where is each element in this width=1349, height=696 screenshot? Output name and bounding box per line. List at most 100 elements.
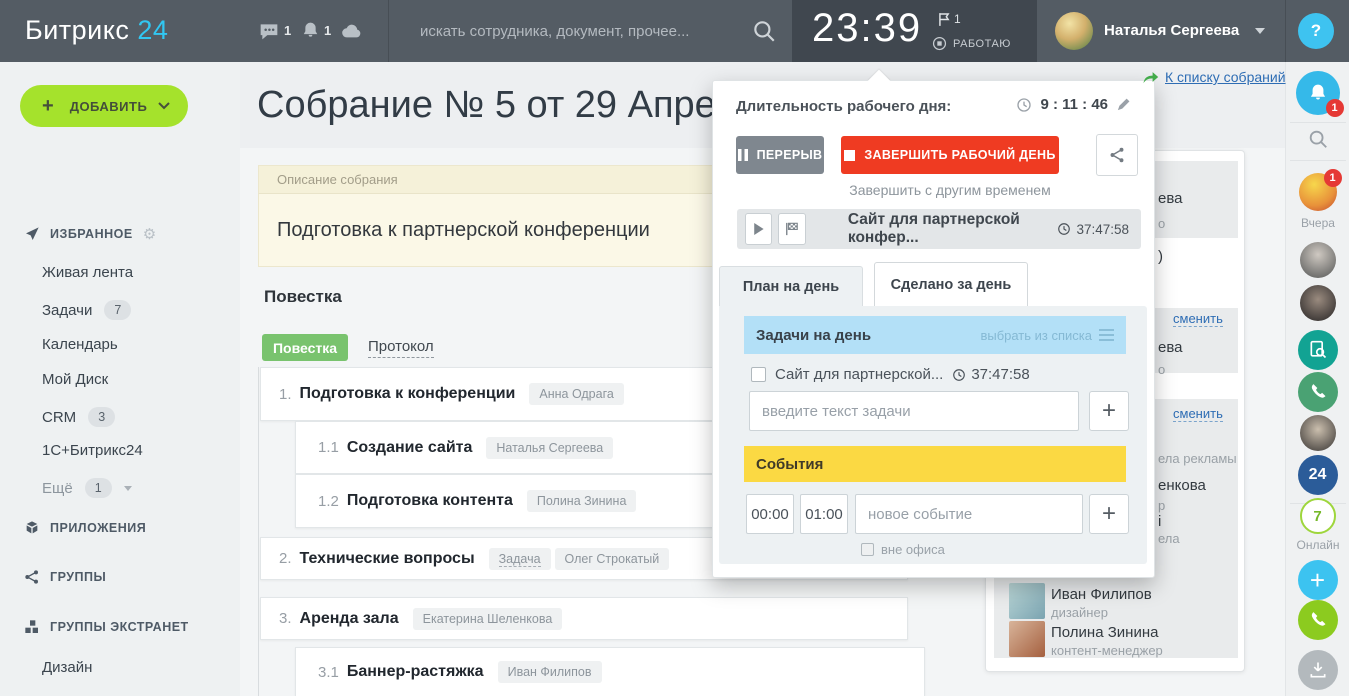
add-task-button[interactable]: +	[1089, 391, 1129, 431]
agenda-row-3-1[interactable]: 3.1 Баннер-растяжка Иван Филипов	[295, 647, 925, 696]
agenda-row-3[interactable]: 3. Аренда зала Екатерина Шеленкова	[260, 597, 908, 640]
clock-icon	[952, 368, 966, 382]
checkered-flag-icon	[785, 222, 799, 236]
chevron-down-icon[interactable]	[1255, 28, 1265, 35]
user-name[interactable]: Наталья Сергеева	[1104, 22, 1239, 39]
participant-name-fragment: ева	[1158, 339, 1183, 356]
bell-icon	[1308, 83, 1328, 103]
search-input[interactable]	[420, 14, 720, 48]
assignee-pill[interactable]: Анна Одрага	[529, 383, 623, 405]
download-button[interactable]	[1298, 650, 1338, 690]
cloud-icon[interactable]	[341, 22, 363, 40]
add-button[interactable]: + ДОБАВИТЬ	[20, 85, 188, 127]
bitrix24-logo[interactable]: Битрикс 24	[25, 15, 168, 46]
notifications-button[interactable]: 1	[1296, 71, 1340, 115]
search-icon[interactable]	[1305, 126, 1331, 152]
pause-button[interactable]: ПЕРЕРЫВ	[736, 136, 824, 174]
active-task-title[interactable]: Сайт для партнерской конфер...	[848, 211, 1058, 247]
new-task-input[interactable]	[749, 391, 1079, 431]
add-event-button[interactable]: +	[1089, 494, 1129, 534]
back-to-meetings-link[interactable]: К списку собраний	[1142, 69, 1286, 85]
member-name[interactable]: Полина Зинина	[1051, 624, 1158, 641]
assignee-pill[interactable]: Екатерина Шеленкова	[413, 608, 563, 630]
assignee-pill[interactable]: Наталья Сергеева	[486, 437, 613, 459]
member-name[interactable]: Иван Филипов	[1051, 586, 1152, 603]
tab-done-for-day[interactable]: Сделано за день	[874, 262, 1028, 307]
plus-icon: +	[42, 95, 54, 118]
events-header-bar: События	[744, 446, 1126, 482]
participant-role-fragment: р	[1158, 498, 1165, 513]
sidebar-section-groups[interactable]: ГРУППЫ	[24, 569, 106, 585]
sidebar-section-extranet-groups[interactable]: ГРУППЫ ЭКСТРАНЕТ	[24, 619, 189, 635]
task-list-item: Сайт для партнерской... 37:47:58	[751, 366, 1030, 383]
call-button[interactable]	[1298, 600, 1338, 640]
stop-icon	[844, 150, 855, 161]
chat-avatar[interactable]	[1300, 242, 1336, 278]
agenda-guide-line	[258, 367, 259, 696]
participant-role-fragment: ела рекламы	[1158, 451, 1237, 466]
share-icon	[1108, 146, 1126, 164]
back-arrow-icon	[1142, 70, 1159, 84]
play-icon	[753, 223, 764, 235]
member-role: дизайнер	[1051, 605, 1108, 620]
change-link[interactable]: сменить	[1173, 311, 1223, 327]
pencil-icon[interactable]	[1116, 97, 1131, 112]
member-avatar[interactable]	[1009, 621, 1045, 657]
assignee-pill[interactable]: Иван Филипов	[498, 661, 602, 683]
event-time-from-input[interactable]	[746, 494, 794, 534]
search-icon[interactable]	[751, 18, 777, 44]
participant-role-fragment: ела	[1158, 531, 1180, 546]
finish-workday-button[interactable]: ЗАВЕРШИТЬ РАБОЧИЙ ДЕНЬ	[841, 136, 1059, 174]
choose-from-list-link[interactable]: выбрать из списка	[980, 328, 1114, 343]
sidebar-item-tasks[interactable]: Задачи7	[42, 300, 131, 320]
assignee-pill[interactable]: Олег Строкатый	[555, 548, 670, 570]
sidebar-section-apps[interactable]: ПРИЛОЖЕНИЯ	[24, 520, 146, 536]
bell-icon[interactable]	[301, 21, 320, 40]
tasks-header-bar: Задачи на день выбрать из списка	[744, 316, 1126, 354]
workday-duration-value: 9 : 11 : 46	[1040, 96, 1108, 113]
out-of-office-checkbox[interactable]	[861, 543, 874, 556]
change-link[interactable]: сменить	[1173, 406, 1223, 422]
new-event-input[interactable]	[855, 494, 1083, 534]
phone-button[interactable]	[1298, 372, 1338, 412]
workday-duration-label: Длительность рабочего дня:	[736, 98, 951, 115]
help-button[interactable]: ?	[1298, 13, 1334, 49]
chat-avatar[interactable]	[1300, 285, 1336, 321]
tab-plan-for-day[interactable]: План на день	[719, 266, 863, 307]
worktime-widget[interactable]: 23:39 1 РАБОТАЮ	[792, 0, 1037, 62]
finish-other-time-link[interactable]: Завершить с другим временем	[841, 182, 1059, 198]
chat-avatar[interactable]: 1	[1299, 173, 1337, 211]
finish-flag-button[interactable]	[778, 213, 805, 245]
sidebar-item-design[interactable]: Дизайн	[42, 659, 92, 676]
chat-icon[interactable]	[259, 21, 279, 41]
flag-icon	[939, 13, 950, 26]
sidebar-item-1c-bitrix24[interactable]: 1С+Битрикс24	[42, 442, 143, 459]
share-button[interactable]	[1096, 134, 1138, 176]
document-search-button[interactable]	[1298, 330, 1338, 370]
task-checkbox[interactable]	[751, 367, 766, 382]
sidebar-section-favorites[interactable]: ИЗБРАННОЕ ⚙	[24, 225, 157, 243]
task-item-title[interactable]: Сайт для партнерской...	[775, 366, 943, 383]
apps-icon	[24, 520, 40, 536]
sidebar-item-calendar[interactable]: Календарь	[42, 336, 118, 353]
sidebar-item-crm[interactable]: CRM3	[42, 407, 115, 427]
online-counter[interactable]: 7	[1300, 498, 1336, 534]
work-status: РАБОТАЮ	[932, 36, 1011, 51]
assignee-pill[interactable]: Полина Зинина	[527, 490, 637, 512]
flag-indicator: 1	[939, 12, 961, 26]
online-label: Онлайн	[1286, 538, 1349, 552]
play-button[interactable]	[745, 213, 772, 245]
sidebar-item-my-disk[interactable]: Мой Диск	[42, 371, 108, 388]
user-avatar[interactable]	[1055, 12, 1093, 50]
event-time-to-input[interactable]	[800, 494, 848, 534]
chat-avatar[interactable]	[1300, 415, 1336, 451]
tab-protocol[interactable]: Протокол	[368, 338, 434, 358]
sidebar-item-live-feed[interactable]: Живая лента	[42, 264, 133, 281]
sidebar-item-more[interactable]: Ещё1	[42, 478, 132, 498]
tab-agenda[interactable]: Повестка	[262, 334, 348, 361]
member-avatar[interactable]	[1009, 583, 1045, 619]
invite-button[interactable]: +	[1298, 560, 1338, 600]
bitrix24-network-button[interactable]: 24	[1298, 455, 1338, 495]
gear-icon[interactable]: ⚙	[143, 225, 157, 243]
task-link-pill[interactable]: Задача	[489, 548, 551, 570]
